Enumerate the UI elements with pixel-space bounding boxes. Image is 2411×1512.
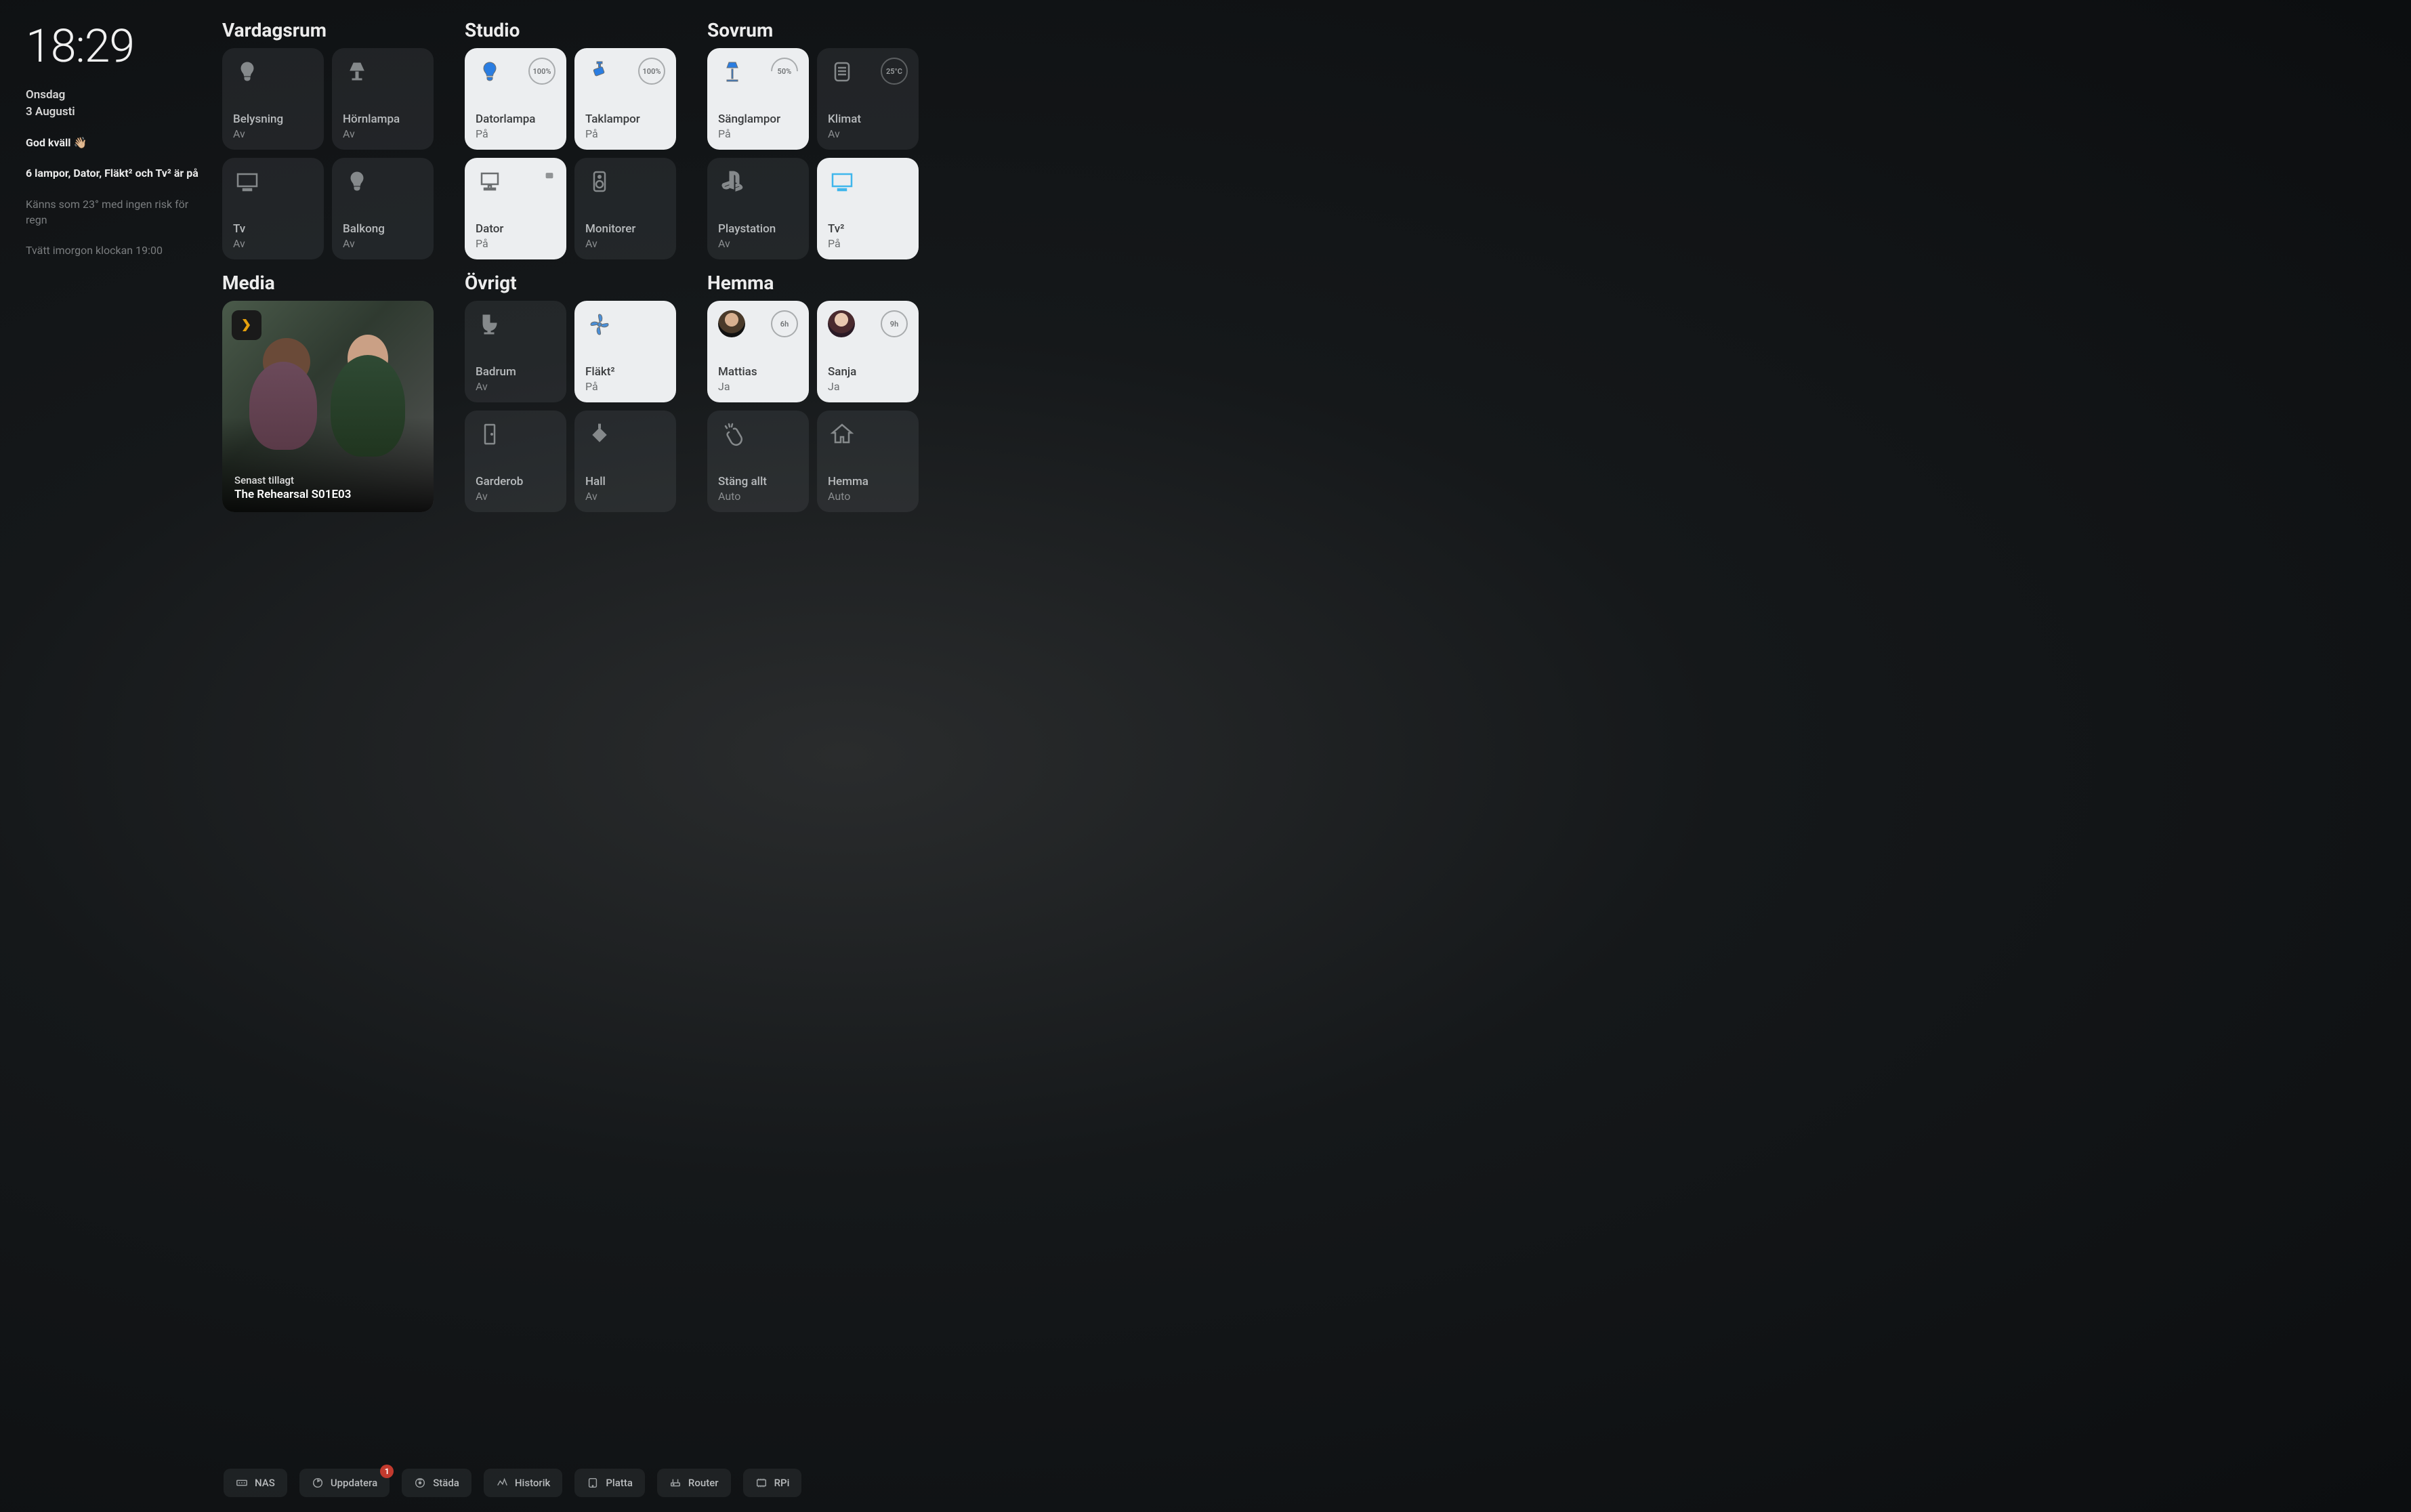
tile-hornlampa[interactable]: HörnlampaAv bbox=[332, 48, 434, 150]
vacuum-icon bbox=[414, 1477, 426, 1489]
date: 3 Augusti bbox=[26, 104, 202, 121]
media-title: The Rehearsal S01E03 bbox=[234, 488, 421, 501]
tile-sanglampor[interactable]: 50% SänglamporPå bbox=[707, 48, 809, 150]
rpi-icon bbox=[755, 1477, 768, 1489]
bulb-icon bbox=[478, 60, 502, 84]
chip-stada[interactable]: Städa bbox=[402, 1469, 471, 1497]
section-title: Media bbox=[222, 272, 434, 294]
toilet-icon bbox=[478, 312, 502, 337]
section-title: Studio bbox=[465, 19, 676, 41]
brightness-ring: 100% bbox=[638, 58, 665, 85]
update-badge: 1 bbox=[380, 1465, 394, 1478]
avatar bbox=[718, 310, 745, 337]
clap-icon bbox=[720, 422, 745, 446]
greeting-text: God kväll bbox=[26, 136, 70, 149]
section-title: Övrigt bbox=[465, 272, 676, 294]
weekday: Onsdag bbox=[26, 87, 202, 104]
lampshade-icon bbox=[345, 60, 369, 84]
pendant-icon bbox=[587, 422, 612, 446]
chip-rpi[interactable]: RPi bbox=[743, 1469, 802, 1497]
greeting-line: God kväll 👋🏼 bbox=[26, 135, 202, 150]
speaker-icon bbox=[587, 169, 612, 194]
computer-icon bbox=[478, 169, 502, 194]
tv-icon bbox=[235, 169, 259, 194]
playstation-icon bbox=[720, 169, 745, 194]
history-icon bbox=[496, 1477, 508, 1489]
tile-tv2[interactable]: Tv²På bbox=[817, 158, 919, 259]
house-icon bbox=[830, 422, 854, 446]
presence-duration-ring: 9h bbox=[881, 310, 908, 337]
tile-badrum[interactable]: BadrumAv bbox=[465, 301, 566, 402]
section-studio: Studio 100% DatorlampaPå bbox=[465, 19, 676, 259]
refresh-icon bbox=[312, 1477, 324, 1489]
bulb-icon bbox=[345, 169, 369, 194]
section-media: Media Senast tillagt The Rehearsal S01E0… bbox=[222, 272, 434, 512]
section-ovrigt: Övrigt BadrumAv Fläkt²På GarderobAv bbox=[465, 272, 676, 512]
tile-balkong[interactable]: BalkongAv bbox=[332, 158, 434, 259]
section-sovrum: Sovrum 50% SänglamporPå 2 bbox=[707, 19, 919, 259]
chip-platta[interactable]: Platta bbox=[574, 1469, 645, 1497]
section-hemma: Hemma 6h MattiasJa 9h bbox=[707, 272, 919, 512]
tile-playstation[interactable]: PlaystationAv bbox=[707, 158, 809, 259]
tile-hemma-auto[interactable]: HemmaAuto bbox=[817, 411, 919, 512]
sidebar: 18:29 Onsdag 3 Augusti God kväll 👋🏼 6 la… bbox=[26, 19, 202, 1497]
tv-icon bbox=[830, 169, 854, 194]
laundry-summary: Tvätt imorgon klockan 19:00 bbox=[26, 243, 202, 258]
weather-summary: Känns som 23° med ingen risk för regn bbox=[26, 196, 202, 228]
spotlight-icon bbox=[587, 60, 612, 84]
devices-on-summary: 6 lampor, Dator, Fläkt² och Tv² är på bbox=[26, 165, 202, 181]
fan-icon bbox=[587, 312, 612, 337]
section-title: Vardagsrum bbox=[222, 19, 434, 41]
main: Vardagsrum BelysningAv HörnlampaAv Tv bbox=[222, 19, 2388, 1497]
brightness-ring: 50% bbox=[766, 52, 804, 91]
clock: 18:29 bbox=[26, 23, 202, 69]
nas-icon bbox=[236, 1477, 248, 1489]
tile-dator[interactable]: DatorPå bbox=[465, 158, 566, 259]
avatar bbox=[828, 310, 855, 337]
tile-garderob[interactable]: GarderobAv bbox=[465, 411, 566, 512]
tile-person-sanja[interactable]: 9h SanjaJa bbox=[817, 301, 919, 402]
chip-uppdatera[interactable]: Uppdatera 1 bbox=[299, 1469, 390, 1497]
brightness-ring: 100% bbox=[528, 58, 555, 85]
tile-belysning[interactable]: BelysningAv bbox=[222, 48, 324, 150]
floorlamp-icon bbox=[720, 60, 745, 84]
chip-nas[interactable]: NAS bbox=[224, 1469, 287, 1497]
presence-duration-ring: 6h bbox=[771, 310, 798, 337]
media-card[interactable]: Senast tillagt The Rehearsal S01E03 bbox=[222, 301, 434, 512]
tile-tv[interactable]: TvAv bbox=[222, 158, 324, 259]
chip-historik[interactable]: Historik bbox=[484, 1469, 562, 1497]
temperature-ring: 25°C bbox=[881, 58, 908, 85]
tile-hall[interactable]: HallAv bbox=[574, 411, 676, 512]
bulb-icon bbox=[235, 60, 259, 84]
tile-monitorer[interactable]: MonitorerAv bbox=[574, 158, 676, 259]
bottom-bar: NAS Uppdatera 1 Städa Historik Platta bbox=[222, 1469, 2388, 1497]
section-title: Sovrum bbox=[707, 19, 919, 41]
lock-icon bbox=[543, 167, 557, 181]
plex-icon bbox=[232, 310, 261, 340]
door-icon bbox=[478, 422, 502, 446]
wave-icon: 👋🏼 bbox=[73, 136, 87, 149]
tile-datorlampa[interactable]: 100% DatorlampaPå bbox=[465, 48, 566, 150]
tile-flakt2[interactable]: Fläkt²På bbox=[574, 301, 676, 402]
tablet-icon bbox=[587, 1477, 599, 1489]
tile-stang-allt[interactable]: Stäng alltAuto bbox=[707, 411, 809, 512]
chip-router[interactable]: Router bbox=[657, 1469, 731, 1497]
router-icon bbox=[669, 1477, 682, 1489]
media-subtitle: Senast tillagt bbox=[234, 474, 421, 486]
tile-person-mattias[interactable]: 6h MattiasJa bbox=[707, 301, 809, 402]
section-vardagsrum: Vardagsrum BelysningAv HörnlampaAv Tv bbox=[222, 19, 434, 259]
section-title: Hemma bbox=[707, 272, 919, 294]
tile-taklampor[interactable]: 100% TaklamporPå bbox=[574, 48, 676, 150]
tile-klimat[interactable]: 25°C KlimatAv bbox=[817, 48, 919, 150]
climate-icon bbox=[830, 60, 854, 84]
